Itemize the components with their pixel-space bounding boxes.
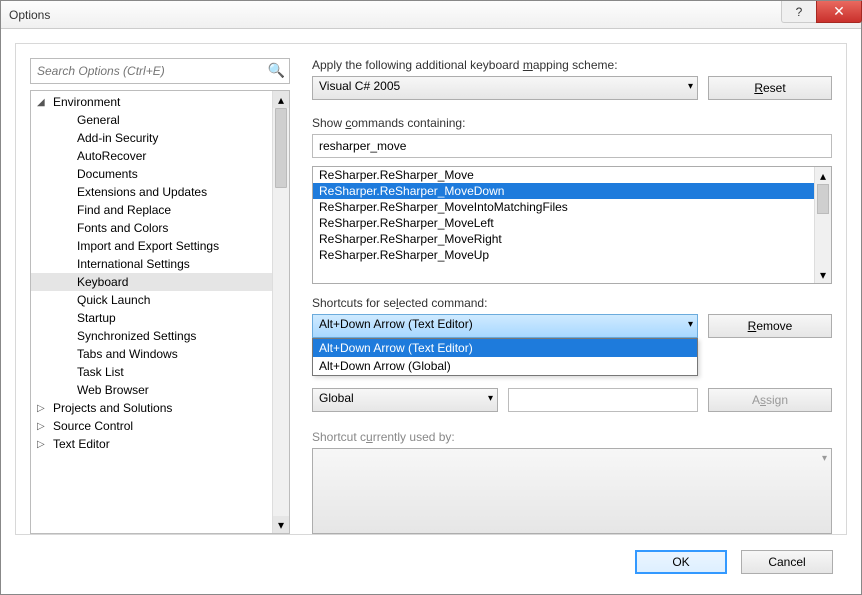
help-button[interactable]: ? bbox=[781, 1, 817, 23]
tree-general[interactable]: General bbox=[31, 111, 289, 129]
right-panel: Apply the following additional keyboard … bbox=[290, 58, 832, 534]
tree-extensions[interactable]: Extensions and Updates bbox=[31, 183, 289, 201]
scroll-down-icon[interactable]: ▾ bbox=[273, 516, 289, 533]
scheme-select[interactable]: Visual C# 2005▾ bbox=[312, 76, 698, 100]
collapsed-icon: ▷ bbox=[37, 421, 45, 432]
chevron-down-icon: ▾ bbox=[688, 319, 693, 330]
commands-scrollbar[interactable]: ▴ ▾ bbox=[814, 167, 831, 283]
mapping-label: Apply the following additional keyboard … bbox=[312, 58, 832, 72]
press-shortcut-input[interactable] bbox=[508, 388, 698, 412]
tree-documents[interactable]: Documents bbox=[31, 165, 289, 183]
tree-autorecover[interactable]: AutoRecover bbox=[31, 147, 289, 165]
tree-quicklaunch[interactable]: Quick Launch bbox=[31, 291, 289, 309]
tree-sourcecontrol[interactable]: ▷Source Control bbox=[31, 417, 289, 435]
tree-fontscolors[interactable]: Fonts and Colors bbox=[31, 219, 289, 237]
usedby-label: Shortcut currently used by: bbox=[312, 430, 832, 444]
scroll-thumb[interactable] bbox=[817, 184, 829, 214]
tree-projects[interactable]: ▷Projects and Solutions bbox=[31, 399, 289, 417]
scroll-thumb[interactable] bbox=[275, 108, 287, 188]
chevron-down-icon: ▾ bbox=[688, 81, 693, 92]
tree-syncsettings[interactable]: Synchronized Settings bbox=[31, 327, 289, 345]
category-tree[interactable]: ◢Environment General Add-in Security Aut… bbox=[30, 90, 290, 534]
tree-addin[interactable]: Add-in Security bbox=[31, 129, 289, 147]
chevron-down-icon: ▾ bbox=[822, 453, 827, 464]
collapsed-icon: ▷ bbox=[37, 439, 45, 450]
usedby-select[interactable]: ▾ bbox=[312, 448, 832, 534]
tree-intl[interactable]: International Settings bbox=[31, 255, 289, 273]
close-button[interactable]: ✕ bbox=[816, 1, 862, 23]
command-list-item[interactable]: ReSharper.ReSharper_MoveUp bbox=[313, 247, 831, 263]
assign-button[interactable]: Assign bbox=[708, 388, 832, 412]
tree-tabswindows[interactable]: Tabs and Windows bbox=[31, 345, 289, 363]
search-input[interactable] bbox=[30, 58, 290, 84]
tree-startup[interactable]: Startup bbox=[31, 309, 289, 327]
tree-scrollbar[interactable]: ▴ ▾ bbox=[272, 91, 289, 533]
collapsed-icon: ▷ bbox=[37, 403, 45, 414]
shortcuts-select[interactable]: Alt+Down Arrow (Text Editor)▾ bbox=[312, 314, 698, 338]
shortcut-option[interactable]: Alt+Down Arrow (Global) bbox=[313, 357, 697, 375]
cancel-button[interactable]: Cancel bbox=[741, 550, 833, 574]
shortcuts-label: Shortcuts for selected command: bbox=[312, 296, 832, 310]
tree-environment[interactable]: ◢Environment bbox=[31, 93, 289, 111]
scroll-up-icon[interactable]: ▴ bbox=[815, 167, 831, 184]
dialog-footer: OK Cancel bbox=[621, 550, 833, 574]
command-list-item[interactable]: ReSharper.ReSharper_Move bbox=[313, 167, 831, 183]
tree-keyboard[interactable]: Keyboard bbox=[31, 273, 289, 291]
shortcut-option[interactable]: Alt+Down Arrow (Text Editor) bbox=[313, 339, 697, 357]
commands-filter-input[interactable] bbox=[312, 134, 832, 158]
chevron-down-icon: ▾ bbox=[488, 393, 493, 404]
search-icon: 🔍 bbox=[268, 62, 285, 79]
remove-button[interactable]: Remove bbox=[708, 314, 832, 338]
titlebar: Options ? ✕ bbox=[1, 1, 861, 29]
shortcuts-dropdown-popup[interactable]: Alt+Down Arrow (Text Editor)Alt+Down Arr… bbox=[312, 338, 698, 376]
scope-select[interactable]: Global▾ bbox=[312, 388, 498, 412]
left-panel: 🔍 ◢Environment General Add-in Security A… bbox=[30, 58, 290, 534]
showcommands-label: Show commands containing: bbox=[312, 116, 832, 130]
expanded-icon: ◢ bbox=[37, 97, 45, 108]
ok-button[interactable]: OK bbox=[635, 550, 727, 574]
command-list-item[interactable]: ReSharper.ReSharper_MoveIntoMatchingFile… bbox=[313, 199, 831, 215]
command-list-item[interactable]: ReSharper.ReSharper_MoveRight bbox=[313, 231, 831, 247]
command-list-item[interactable]: ReSharper.ReSharper_MoveLeft bbox=[313, 215, 831, 231]
window-title: Options bbox=[9, 8, 781, 22]
reset-button[interactable]: Reset bbox=[708, 76, 832, 100]
commands-listbox[interactable]: ReSharper.ReSharper_MoveReSharper.ReShar… bbox=[312, 166, 832, 284]
scroll-up-icon[interactable]: ▴ bbox=[273, 91, 289, 108]
tree-texteditor[interactable]: ▷Text Editor bbox=[31, 435, 289, 453]
content-area: 🔍 ◢Environment General Add-in Security A… bbox=[15, 43, 847, 535]
tree-webbrowser[interactable]: Web Browser bbox=[31, 381, 289, 399]
scroll-down-icon[interactable]: ▾ bbox=[815, 266, 831, 283]
tree-findreplace[interactable]: Find and Replace bbox=[31, 201, 289, 219]
tree-importexport[interactable]: Import and Export Settings bbox=[31, 237, 289, 255]
tree-tasklist[interactable]: Task List bbox=[31, 363, 289, 381]
command-list-item[interactable]: ReSharper.ReSharper_MoveDown bbox=[313, 183, 831, 199]
